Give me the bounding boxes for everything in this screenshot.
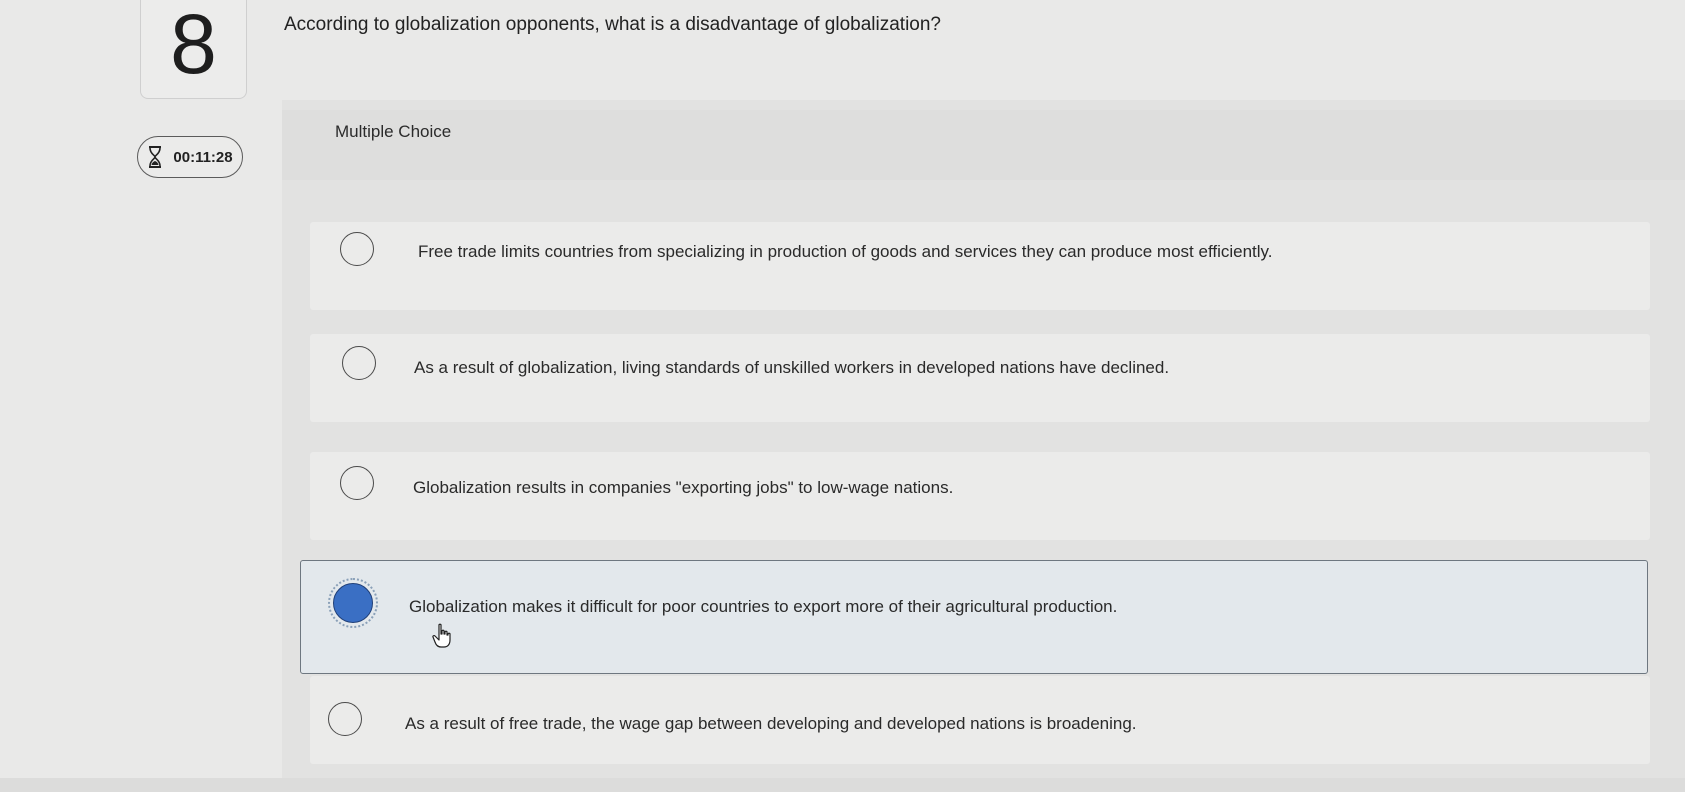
choice-radio-5[interactable] — [328, 702, 362, 736]
choice-text-1: Free trade limits countries from special… — [418, 242, 1273, 261]
hourglass-icon — [149, 146, 162, 168]
choice-radio-1[interactable] — [340, 232, 374, 266]
choice-option-2[interactable]: As a result of globalization, living sta… — [310, 334, 1650, 422]
multiple-choice-header — [282, 110, 1685, 180]
choice-radio-2[interactable] — [342, 346, 376, 380]
choice-text-2: As a result of globalization, living sta… — [414, 358, 1170, 377]
bottom-divider — [0, 778, 1685, 792]
choice-option-3[interactable]: Globalization results in companies "expo… — [310, 452, 1650, 540]
choice-radio-3[interactable] — [340, 466, 374, 500]
timer-text: 00:11:28 — [173, 148, 233, 166]
question-number-box: 8 — [140, 0, 247, 99]
choice-text-3: Globalization results in companies "expo… — [413, 478, 954, 497]
choice-option-4[interactable]: Globalization makes it difficult for poo… — [300, 560, 1648, 674]
question-number: 8 — [170, 0, 217, 91]
choice-text-4: Globalization makes it difficult for poo… — [409, 597, 1118, 616]
choice-option-1[interactable]: Free trade limits countries from special… — [310, 222, 1650, 310]
multiple-choice-label: Multiple Choice — [335, 122, 452, 141]
question-prompt: According to globalization opponents, wh… — [284, 14, 942, 35]
choice-option-5[interactable]: As a result of free trade, the wage gap … — [310, 676, 1650, 764]
choice-radio-4[interactable] — [328, 578, 378, 628]
choice-text-5: As a result of free trade, the wage gap … — [405, 714, 1137, 733]
hand-pointer-icon — [432, 623, 451, 648]
timer-pill[interactable]: 00:11:28 — [137, 136, 243, 178]
